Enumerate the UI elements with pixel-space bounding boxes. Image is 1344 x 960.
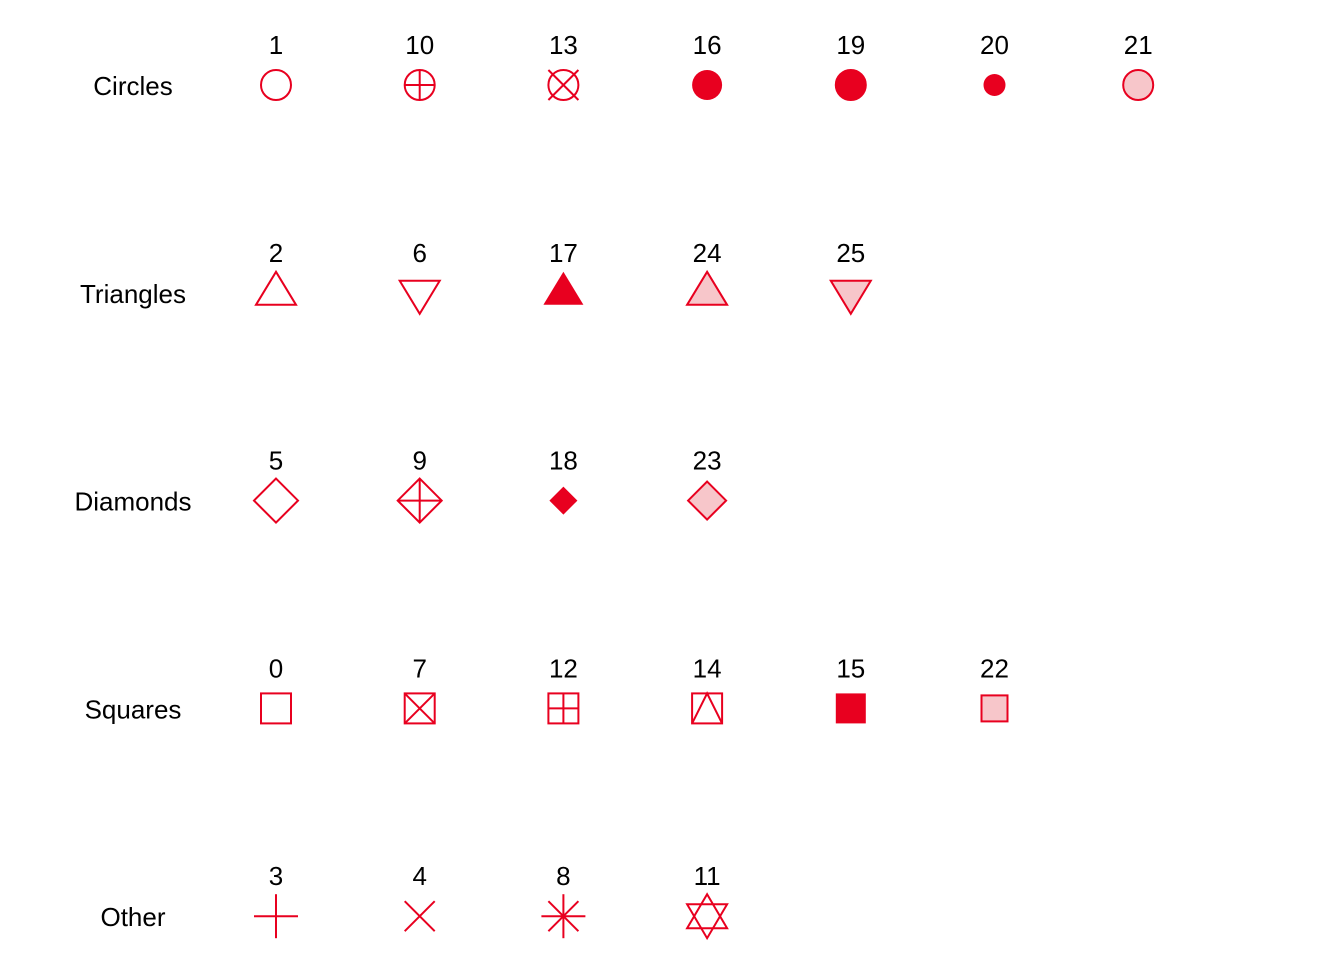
pch-number-label: 9 bbox=[412, 446, 426, 476]
pch-3-item: 3 bbox=[254, 861, 298, 939]
pch-number-label: 14 bbox=[693, 653, 722, 683]
pch-number-label: 22 bbox=[980, 653, 1009, 683]
pch-number-label: 1 bbox=[269, 30, 283, 60]
pch-19-circle-solid-marker bbox=[834, 69, 867, 101]
symbol-row-circles: Circles 1 10 13 16 19 20 21 bbox=[93, 30, 1155, 101]
pch-17-item: 17 bbox=[543, 238, 584, 305]
pch-16-item: 16 bbox=[692, 30, 723, 100]
pch-21-circle-fill-marker bbox=[1122, 69, 1155, 101]
pch-number-label: 5 bbox=[269, 446, 283, 476]
pch-3-plus-marker bbox=[254, 894, 298, 939]
pch-number-label: 13 bbox=[549, 30, 578, 60]
pch-22-square-fill-marker bbox=[980, 694, 1009, 723]
pch-number-label: 3 bbox=[269, 861, 283, 891]
pch-number-label: 7 bbox=[412, 653, 426, 683]
pch-number-label: 21 bbox=[1124, 30, 1153, 60]
pch-number-label: 16 bbox=[693, 30, 722, 60]
pch-23-item: 23 bbox=[686, 446, 728, 522]
pch-25-item: 25 bbox=[829, 238, 873, 316]
pch-16-circle-filled-marker bbox=[692, 70, 723, 100]
pch-2-triangle-up-open-marker bbox=[254, 269, 298, 306]
pch-1-circle-open-marker bbox=[260, 69, 292, 101]
pch-15-item: 15 bbox=[835, 653, 866, 724]
pch-8-asterisk-marker bbox=[541, 894, 586, 939]
pch-14-item: 14 bbox=[691, 653, 724, 725]
pch-number-label: 12 bbox=[549, 653, 578, 683]
row-label: Squares bbox=[85, 694, 182, 724]
row-label: Circles bbox=[93, 71, 172, 101]
pch-0-square-open-marker bbox=[260, 692, 292, 725]
pch-21-item: 21 bbox=[1122, 30, 1155, 101]
pch-number-label: 19 bbox=[836, 30, 865, 60]
pch-number-label: 0 bbox=[269, 653, 283, 683]
pch-6-triangle-down-open-marker bbox=[397, 279, 442, 316]
pch-14-square-triangle-marker bbox=[691, 691, 724, 725]
pch-18-item: 18 bbox=[549, 446, 578, 515]
pch-6-item: 6 bbox=[397, 238, 442, 316]
pch-11-star-of-david-marker bbox=[685, 892, 729, 941]
pch-13-item: 13 bbox=[547, 30, 580, 101]
pch-13-circle-cross-marker bbox=[547, 69, 580, 101]
symbol-row-diamonds: Diamonds 5 9 18 23 bbox=[74, 446, 728, 525]
pch-8-item: 8 bbox=[541, 861, 586, 939]
symbol-row-triangles: Triangles 2 6 17 24 25 bbox=[80, 238, 873, 316]
pch-number-label: 15 bbox=[836, 653, 865, 683]
pch-7-item: 7 bbox=[403, 653, 436, 725]
pch-20-bullet-marker bbox=[983, 74, 1006, 96]
pch-number-label: 18 bbox=[549, 446, 578, 476]
row-label: Diamonds bbox=[74, 487, 191, 517]
pch-24-item: 24 bbox=[685, 238, 729, 306]
pch-number-label: 10 bbox=[405, 30, 434, 60]
pch-9-diamond-plus-marker bbox=[396, 477, 444, 525]
pch-number-label: 23 bbox=[693, 446, 722, 476]
pch-19-item: 19 bbox=[834, 30, 867, 101]
pch-number-label: 17 bbox=[549, 238, 578, 268]
pch-4-item: 4 bbox=[403, 861, 436, 932]
pch-number-label: 4 bbox=[412, 861, 426, 891]
pch-25-triangle-down-fill-marker bbox=[829, 279, 873, 316]
pch-number-label: 11 bbox=[694, 861, 721, 891]
pch-7-square-cross-marker bbox=[403, 692, 436, 725]
pch-22-item: 22 bbox=[980, 653, 1009, 723]
pch-0-item: 0 bbox=[260, 653, 292, 725]
symbol-row-squares: Squares 0 7 12 14 15 22 bbox=[85, 653, 1009, 725]
pch-number-label: 6 bbox=[412, 238, 426, 268]
row-label: Triangles bbox=[80, 279, 186, 309]
pch-number-label: 25 bbox=[836, 238, 865, 268]
pch-17-triangle-filled-marker bbox=[543, 271, 584, 305]
pch-24-triangle-up-fill-marker bbox=[685, 269, 729, 306]
pch-4-cross-marker bbox=[403, 900, 436, 932]
pch-9-item: 9 bbox=[396, 446, 444, 525]
pch-symbol-chart: Circles1 10 13 16 19 20 21Triangles2 6 17 24 25Dia… bbox=[74, 30, 1155, 941]
pch-5-item: 5 bbox=[252, 446, 300, 525]
pch-2-item: 2 bbox=[254, 238, 298, 306]
pch-5-diamond-open-marker bbox=[252, 477, 300, 525]
pch-number-label: 24 bbox=[693, 238, 722, 268]
pch-18-diamond-filled-small-marker bbox=[549, 486, 578, 515]
pch-number-label: 20 bbox=[980, 30, 1009, 60]
pch-10-item: 10 bbox=[403, 30, 436, 101]
pch-number-label: 8 bbox=[556, 861, 570, 891]
pch-11-item: 11 bbox=[685, 861, 729, 941]
pch-20-item: 20 bbox=[980, 30, 1009, 96]
pch-number-label: 2 bbox=[269, 238, 283, 268]
pch-1-item: 1 bbox=[260, 30, 292, 101]
symbol-row-other: Other 3 4 8 11 bbox=[100, 861, 729, 941]
pch-23-diamond-fill-marker bbox=[686, 480, 728, 522]
pch-12-square-plus-marker bbox=[547, 692, 580, 725]
pch-12-item: 12 bbox=[547, 653, 580, 725]
row-label: Other bbox=[100, 902, 165, 932]
pch-10-circle-plus-marker bbox=[403, 69, 436, 101]
pch-15-square-filled-marker bbox=[835, 693, 866, 724]
